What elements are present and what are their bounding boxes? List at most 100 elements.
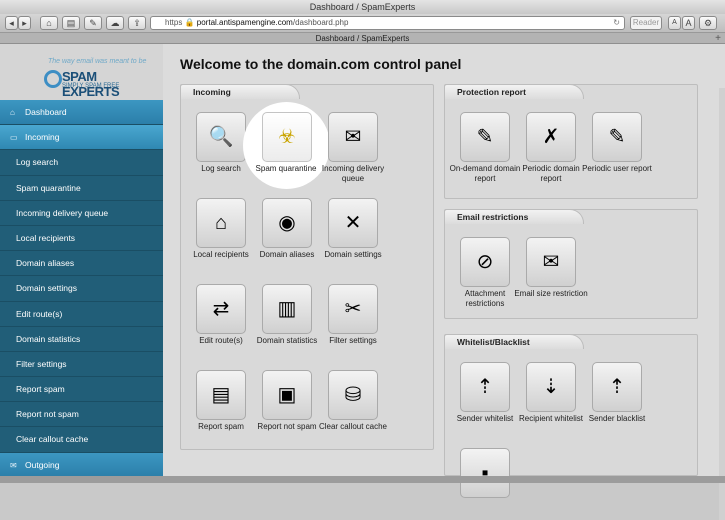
incoming-heading: Incoming xyxy=(180,84,300,99)
tile-button[interactable]: ⇄ xyxy=(196,284,246,334)
font-larger-button[interactable]: A xyxy=(682,16,695,30)
tile-label: Edit route(s) xyxy=(199,336,243,345)
new-tab-button[interactable]: + xyxy=(715,33,721,44)
inbox-icon: ▭ xyxy=(10,133,18,143)
tile-button[interactable]: ⊘ xyxy=(460,237,510,287)
tile-label: Report not spam xyxy=(257,422,317,431)
sidebar-nav: ⌂ Dashboard ▭ Incoming Log search Spam quaran… xyxy=(0,100,163,478)
whitelist-heading: Whitelist/Blacklist xyxy=(444,334,584,349)
home-button[interactable]: ⌂ xyxy=(40,16,58,30)
sidebar-item-label: Dashboard xyxy=(25,107,67,117)
tile-button[interactable]: ✕ xyxy=(328,198,378,248)
arrow-up-doc-icon: ⇡ xyxy=(476,376,494,398)
tile-button[interactable]: ▤ xyxy=(196,370,246,420)
page-title: Welcome to the domain.com control panel xyxy=(180,56,462,72)
logo-slogan: The way email was meant to be xyxy=(48,58,147,65)
edit-button[interactable]: ✎ xyxy=(84,16,102,30)
report-not-spam-icon: ▣ xyxy=(277,384,297,406)
sidebar-item-incoming[interactable]: ▭ Incoming xyxy=(0,125,163,151)
pencil-icon: ✎ xyxy=(89,18,97,28)
tile-button[interactable]: ⇡ xyxy=(460,362,510,412)
sidebar-item-dashboard[interactable]: ⌂ Dashboard xyxy=(0,100,163,126)
envelope-icon: ✉ xyxy=(542,251,560,273)
report-spam-icon: ▤ xyxy=(211,384,231,406)
tile-button[interactable]: ⌂ xyxy=(196,198,246,248)
share-button[interactable]: ⇪ xyxy=(128,16,146,30)
tile-button[interactable]: ✎ xyxy=(592,112,642,162)
incoming-panel: Incoming 🔍 Log search ☣ Spam quarantine ✉ Inc… xyxy=(180,84,434,450)
sidebar-item-label: Filter settings xyxy=(16,358,67,369)
active-tab[interactable]: Dashboard / SpamExperts xyxy=(316,34,410,43)
tile-button[interactable]: ✎ xyxy=(460,112,510,162)
sidebar-item-domain-aliases[interactable]: Domain aliases xyxy=(0,251,163,277)
tile-button[interactable]: ☣ xyxy=(262,112,312,162)
tile-label: Periodic user report xyxy=(582,164,652,173)
sidebar-item-label: Local recipients xyxy=(16,232,76,243)
tile-label: Email size restriction xyxy=(514,289,588,298)
tile-label: Sender blacklist xyxy=(588,414,646,423)
sidebar-item-log-search[interactable]: Log search xyxy=(0,150,163,176)
tile-label: Sender whitelist xyxy=(456,414,514,423)
pdf-icon: ✎ xyxy=(476,126,494,148)
tile-button[interactable]: ✗ xyxy=(526,112,576,162)
sidebar-item-spam-quarantine[interactable]: Spam quarantine xyxy=(0,175,163,201)
tile-label: Domain settings xyxy=(324,250,382,259)
brand-tagline: SIMPLY SPAM FREE xyxy=(62,83,120,89)
sidebar-item-label: Domain aliases xyxy=(16,258,75,269)
black-doc-icon: ⇡ xyxy=(608,376,626,398)
tile-button[interactable]: ⇡ xyxy=(592,362,642,412)
main-content: Welcome to the domain.com control panel … xyxy=(163,44,725,498)
logo[interactable]: The way email was meant to be SPAM EXPER… xyxy=(22,52,147,99)
page: The way email was meant to be SPAM EXPER… xyxy=(0,44,725,520)
tile-button[interactable]: ⛁ xyxy=(328,370,378,420)
cloud-button[interactable]: ☁ xyxy=(106,16,124,30)
lock-icon: 🔒 xyxy=(184,18,195,27)
sidebar-item-edit-route-s[interactable]: Edit route(s) xyxy=(0,301,163,327)
sidebar-item-incoming-delivery-queue[interactable]: Incoming delivery queue xyxy=(0,200,163,226)
tile-button[interactable]: ▣ xyxy=(262,370,312,420)
tile-label: Spam quarantine xyxy=(255,164,317,173)
address-bar[interactable]: https 🔒 portal.antispamengine.com/dashbo… xyxy=(150,16,625,30)
tile-button[interactable]: ✉ xyxy=(526,237,576,287)
tile-button[interactable]: ✉ xyxy=(328,112,378,162)
tile-button[interactable]: ▪ xyxy=(460,448,510,498)
sidebar-item-report-spam[interactable]: Report spam xyxy=(0,377,163,403)
tile-label: On-demand domain report xyxy=(449,164,521,183)
sidebar-item-report-not-spam[interactable]: Report not spam xyxy=(0,402,163,428)
sidebar-item-outgoing[interactable]: ✉ Outgoing xyxy=(0,452,163,478)
biohazard-icon: ☣ xyxy=(278,126,296,148)
back-arrow-icon: ◂ xyxy=(9,18,14,28)
magnifier-icon: 🔍 xyxy=(208,126,234,148)
tile-label: Clear callout cache xyxy=(318,422,388,431)
tile-button[interactable]: ◉ xyxy=(262,198,312,248)
protection-panel: Protection report ✎ On-demand domain repo… xyxy=(444,84,698,199)
forward-button[interactable]: ▸ xyxy=(18,16,31,30)
url-scheme: https xyxy=(165,18,183,27)
sidebar-item-domain-statistics[interactable]: Domain statistics xyxy=(0,326,163,352)
tile-label: Recipient whitelist xyxy=(518,414,584,423)
url-host: portal.antispamengine.com xyxy=(196,18,293,27)
filter-tools-icon: ✂ xyxy=(344,298,362,320)
tile-button[interactable]: 🔍 xyxy=(196,112,246,162)
url-path: /dashboard.php xyxy=(292,18,349,27)
tile-button[interactable]: ⇣ xyxy=(526,362,576,412)
tile-button[interactable]: ✂ xyxy=(328,284,378,334)
scrollbar[interactable] xyxy=(719,88,725,520)
tile-label: Domain statistics xyxy=(256,336,318,345)
sidebar-item-clear-callout-cache[interactable]: Clear callout cache xyxy=(0,427,163,453)
restrictions-heading: Email restrictions xyxy=(444,209,584,224)
home-icon: ⌂ xyxy=(46,18,52,28)
sidebar-item-local-recipients[interactable]: Local recipients xyxy=(0,225,163,252)
reader-button[interactable]: Reader xyxy=(630,16,662,30)
settings-button[interactable]: ⚙ xyxy=(699,16,717,30)
reload-icon[interactable]: ↻ xyxy=(613,17,620,29)
home-icon: ⌂ xyxy=(10,108,15,117)
sidebar-item-filter-settings[interactable]: Filter settings xyxy=(0,351,163,378)
sidebar-item-domain-settings[interactable]: Domain settings xyxy=(0,276,163,302)
print-button[interactable]: ▤ xyxy=(62,16,80,30)
globe-icon: ◉ xyxy=(278,212,296,234)
tile-button[interactable]: ▥ xyxy=(262,284,312,334)
font-smaller-button[interactable]: A xyxy=(668,16,681,30)
back-button[interactable]: ◂ xyxy=(5,16,18,30)
database-icon: ⛁ xyxy=(344,384,362,406)
